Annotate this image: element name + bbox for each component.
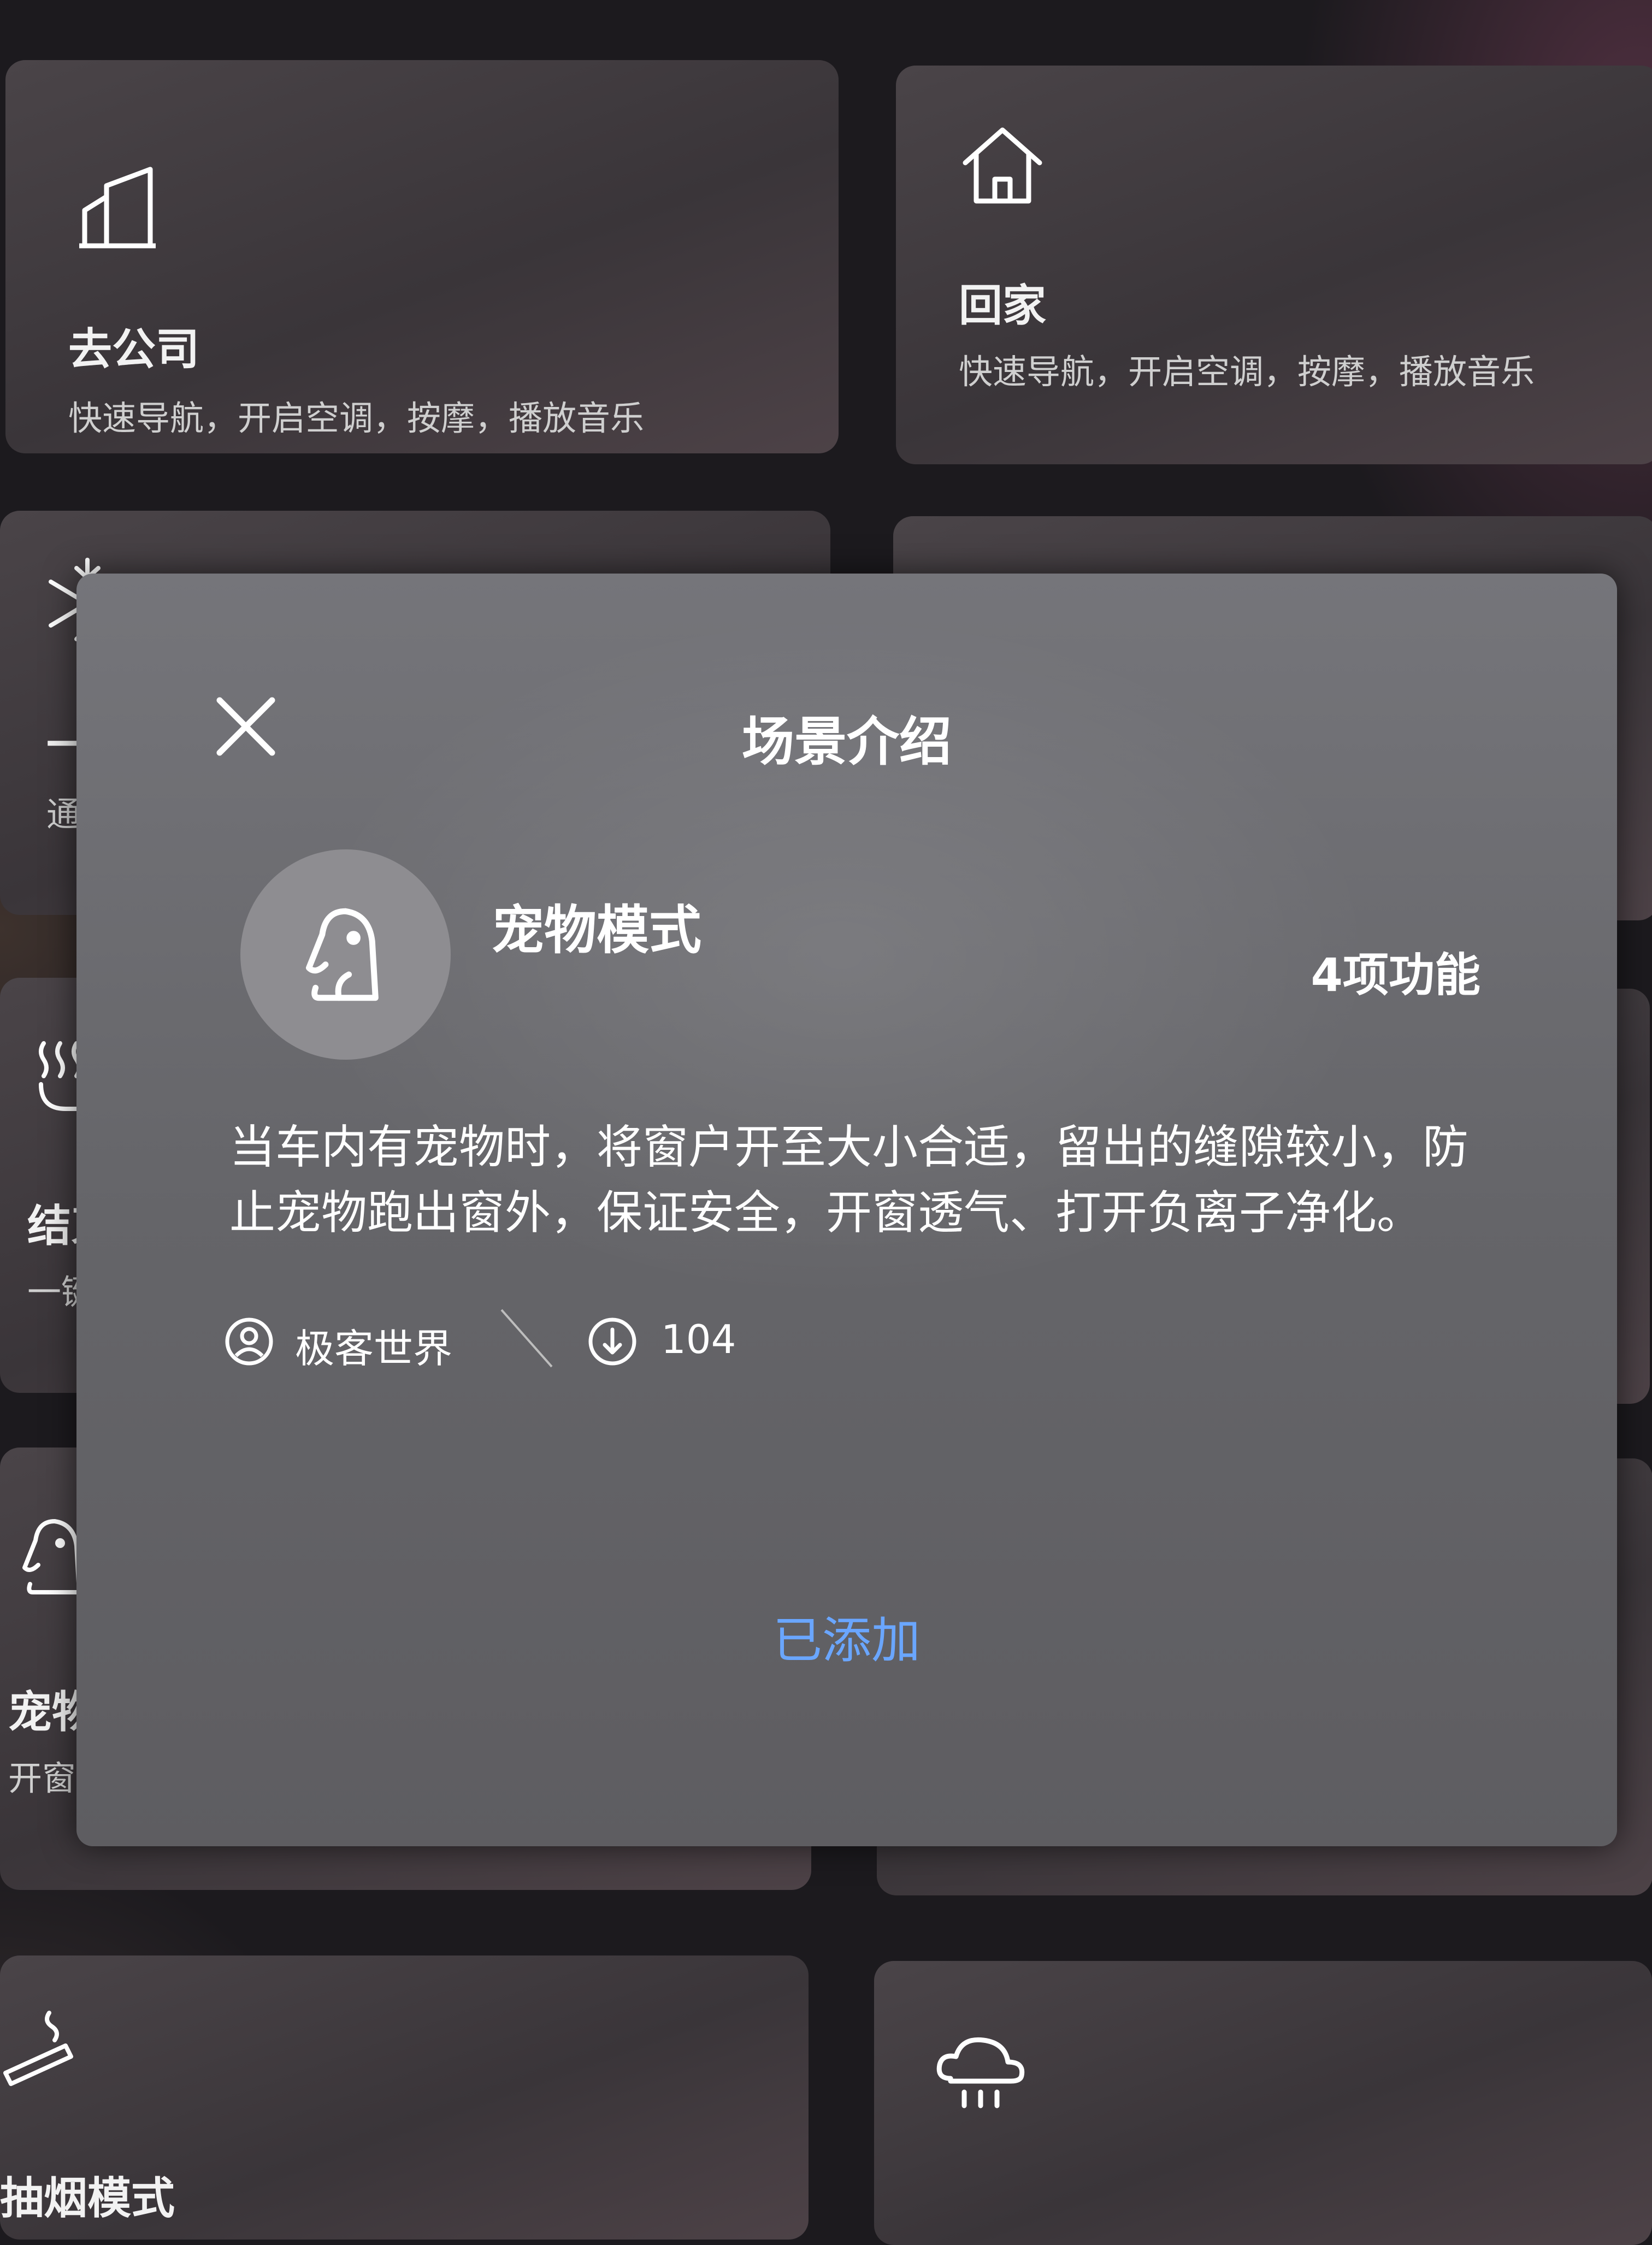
download-count: 104	[661, 1316, 736, 1362]
scene-description: 当车内有宠物时，将窗户开至大小合适，留出的缝隙较小，防止宠物跑出窗外，保证安全，…	[229, 1120, 1469, 1239]
rain-cloud-icon	[936, 2037, 1025, 2108]
download-icon	[588, 1318, 636, 1366]
scene-avatar	[240, 849, 451, 1060]
scene-card-rain[interactable]	[874, 1961, 1652, 2245]
card-description: 开窗	[8, 1758, 76, 1798]
feature-count: 4项功能	[1311, 948, 1480, 1002]
dialog-title: 场景介绍	[742, 711, 952, 772]
added-button[interactable]: 已添加	[76, 1600, 1617, 1671]
author-name: 极客世界	[295, 1326, 453, 1372]
user-icon	[225, 1318, 273, 1366]
card-description: 快速导航，开启空调，按摩，播放音乐	[959, 352, 1535, 392]
scene-card-go-to-work[interactable]: 去公司 快速导航，开启空调，按摩，播放音乐	[5, 60, 839, 453]
scene-card-go-home[interactable]: 回家 快速导航，开启空调，按摩，播放音乐	[896, 66, 1652, 464]
building-icon	[79, 167, 156, 249]
scene-card-smoking[interactable]: 抽烟模式	[0, 1955, 809, 2240]
dog-icon	[305, 908, 379, 1001]
home-icon	[963, 127, 1042, 204]
scene-intro-dialog: 场景介绍 宠物模式 4项功能 当车内有宠物时，将窗户开至大小合适，留出的缝隙较小…	[76, 574, 1617, 1846]
card-title: 去公司	[68, 324, 199, 375]
card-title: 回家	[959, 280, 1046, 331]
card-title: 抽烟模式	[0, 2173, 175, 2224]
scene-name: 宠物模式	[492, 900, 701, 961]
scene-meta: 极客世界 104	[224, 1305, 880, 1372]
divider	[500, 1309, 553, 1368]
cigarette-icon	[3, 2011, 73, 2086]
card-description: 快速导航，开启空调，按摩，播放音乐	[68, 398, 645, 438]
